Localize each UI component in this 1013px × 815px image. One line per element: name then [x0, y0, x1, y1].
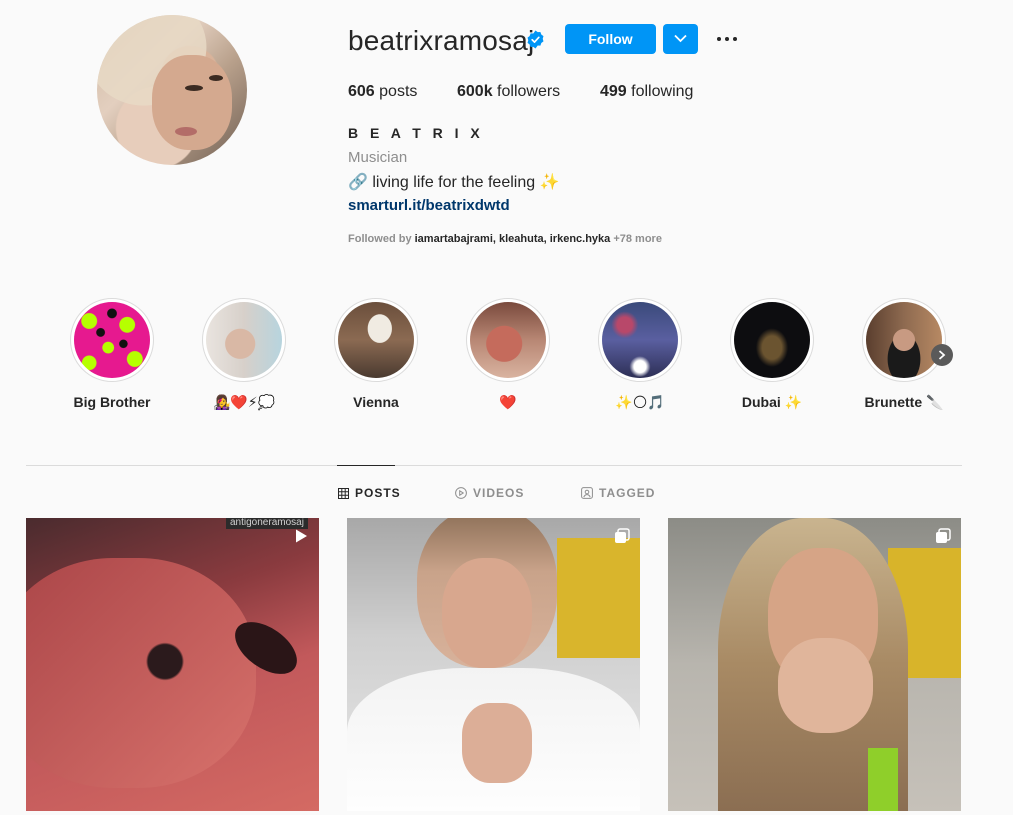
post-image [26, 558, 256, 788]
posts-label: posts [379, 83, 418, 100]
highlight-cover [866, 302, 942, 378]
highlight-item[interactable]: Dubai ✨ [730, 298, 814, 410]
highlight-item[interactable]: Big Brother [70, 298, 154, 410]
video-icon [296, 529, 307, 543]
tab-videos[interactable]: VIDEOS [455, 486, 524, 500]
highlight-label: 👩‍🎤❤️⚡💭 [212, 394, 276, 410]
highlight-item[interactable]: 👩‍🎤❤️⚡💭 [202, 298, 286, 410]
profile-avatar[interactable] [97, 15, 247, 165]
grid-icon [338, 487, 349, 499]
highlight-ring [862, 298, 946, 382]
highlight-cover [734, 302, 810, 378]
active-tab-indicator [337, 465, 395, 466]
profile-category: Musician [348, 149, 408, 166]
following-number: 499 [600, 83, 627, 100]
chevron-right-icon [938, 350, 946, 360]
highlight-label: ✨🌕🎵 [615, 394, 665, 410]
avatar-face [152, 55, 232, 150]
profile-full-name: B E A T R I X [348, 125, 484, 141]
followers-label: followers [497, 83, 561, 100]
avatar-lips [175, 127, 197, 136]
post-image [462, 703, 532, 783]
followed-by-more: +78 more [613, 233, 662, 245]
highlight-ring [334, 298, 418, 382]
suggested-accounts-button[interactable] [663, 24, 698, 54]
highlight-cover [338, 302, 414, 378]
carousel-icon [615, 528, 630, 543]
tab-tagged[interactable]: TAGGED [581, 486, 655, 500]
post-image [868, 748, 898, 811]
play-circle-icon [455, 487, 467, 499]
following-label: following [631, 83, 694, 100]
profile-bio: 🔗 living life for the feeling ✨ [348, 174, 560, 191]
carousel-icon [936, 528, 951, 543]
tabs-divider [26, 465, 962, 466]
tab-videos-label: VIDEOS [473, 486, 525, 500]
verified-badge-icon [527, 30, 544, 49]
highlight-ring [70, 298, 154, 382]
highlights-next-button[interactable] [931, 344, 953, 366]
profile-website-link[interactable]: smarturl.it/beatrixdwtd [348, 197, 510, 214]
followers-link[interactable]: 600k followers [457, 83, 560, 101]
highlight-item[interactable]: Vienna [334, 298, 418, 410]
highlight-label: Vienna [353, 394, 399, 410]
avatar-eye [185, 85, 203, 91]
highlight-cover [470, 302, 546, 378]
followed-by-text[interactable]: Followed by iamartabajrami, kleahuta, ir… [348, 233, 662, 245]
highlight-item[interactable]: ✨🌕🎵 [598, 298, 682, 410]
posts-count: 606 posts [348, 83, 417, 101]
highlight-label: ❤️ [499, 394, 517, 410]
tab-posts-label: POSTS [355, 486, 401, 500]
post-image [778, 638, 873, 733]
highlight-cover [206, 302, 282, 378]
tab-tagged-label: TAGGED [599, 486, 656, 500]
more-options-icon[interactable] [714, 27, 740, 51]
highlight-ring [202, 298, 286, 382]
post-thumbnail[interactable] [668, 518, 961, 811]
tagged-person-icon [581, 487, 593, 499]
post-image [557, 538, 640, 658]
profile-username: beatrixramosaj [348, 25, 535, 56]
highlight-label: Brunette 🔪 [864, 394, 944, 410]
highlight-ring [730, 298, 814, 382]
highlight-cover [74, 302, 150, 378]
tab-posts[interactable]: POSTS [338, 486, 401, 500]
highlight-label: Dubai ✨ [741, 394, 803, 410]
following-link[interactable]: 499 following [600, 83, 693, 101]
posts-number: 606 [348, 83, 375, 100]
chevron-down-icon [674, 34, 687, 43]
highlight-label: Big Brother [73, 394, 151, 410]
followed-by-prefix: Followed by [348, 233, 412, 245]
followed-by-names: iamartabajrami, kleahuta, irkenc.hyka [414, 233, 611, 245]
highlight-item[interactable]: Brunette 🔪 [862, 298, 946, 410]
post-thumbnail[interactable] [347, 518, 640, 811]
highlight-ring [466, 298, 550, 382]
followers-number: 600k [457, 83, 493, 100]
follow-button[interactable]: Follow [565, 24, 656, 54]
avatar-eye [209, 75, 223, 81]
post-image [442, 558, 532, 668]
highlight-item[interactable]: ❤️ [466, 298, 550, 410]
highlight-cover [602, 302, 678, 378]
highlight-ring [598, 298, 682, 382]
post-thumbnail[interactable]: antigoneramosaj [26, 518, 319, 811]
